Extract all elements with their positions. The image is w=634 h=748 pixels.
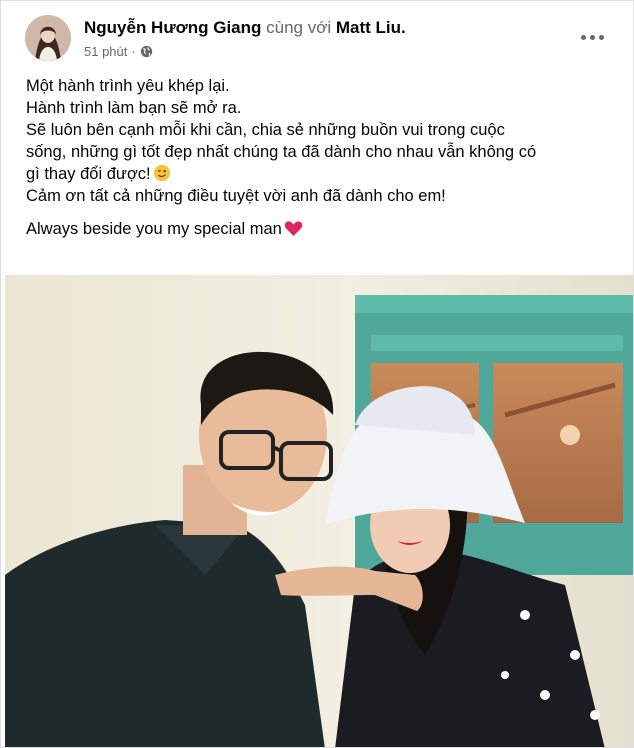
text-line: gì thay đổi được! — [26, 165, 151, 183]
more-horizontal-icon — [598, 34, 604, 40]
with-text: cùng với — [266, 18, 332, 37]
post-header: Nguyễn Hương Giang cùng với Matt Liu. 51… — [1, 1, 633, 67]
text-line: Một hành trình yêu khép lại. — [26, 77, 230, 95]
more-horizontal-icon — [580, 34, 586, 40]
red-heart-icon — [284, 221, 303, 237]
text-line: Cảm ơn tất cả những điều tuyệt vời anh đ… — [26, 187, 446, 205]
meta-separator: · — [131, 44, 136, 59]
more-options-button[interactable] — [575, 25, 609, 49]
more-horizontal-icon — [589, 34, 595, 40]
text-line: Sẽ luôn bên cạnh mỗi khi cần, chia sẻ nh… — [26, 121, 505, 139]
avatar[interactable] — [25, 15, 71, 61]
facebook-post: Nguyễn Hương Giang cùng với Matt Liu. 51… — [0, 0, 634, 748]
tagged-name[interactable]: Matt Liu. — [336, 18, 406, 37]
photo-image — [5, 275, 633, 747]
text-line-with-emoji: Always beside you my special man — [26, 218, 616, 240]
globe-icon[interactable] — [140, 45, 153, 58]
post-timestamp[interactable]: 51 phút — [84, 44, 127, 59]
text-line: sống, những gì tốt đẹp nhất chúng ta đã … — [26, 143, 537, 161]
avatar-image — [25, 15, 71, 61]
post-text: Một hành trình yêu khép lại. Hành trình … — [26, 75, 616, 240]
text-line-with-emoji: gì thay đổi được! — [26, 163, 616, 185]
post-photo[interactable] — [5, 275, 633, 747]
text-line: Always beside you my special man — [26, 220, 282, 238]
post-meta: 51 phút · — [84, 44, 153, 59]
winking-face-icon — [153, 164, 170, 182]
author-name[interactable]: Nguyễn Hương Giang — [84, 18, 261, 37]
text-line: Hành trình làm bạn sẽ mở ra. — [26, 99, 242, 117]
author-line: Nguyễn Hương Giang cùng với Matt Liu. — [84, 18, 406, 38]
